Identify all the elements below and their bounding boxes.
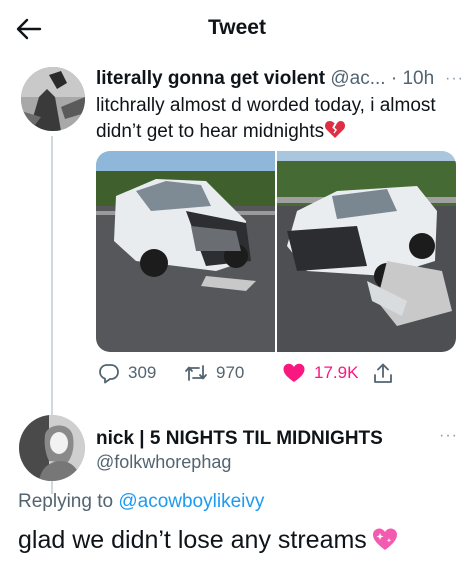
reply-body: glad we didn’t lose any streams <box>18 526 367 554</box>
car-crash-photo <box>96 151 275 352</box>
reply-button[interactable]: 309 <box>98 362 156 384</box>
sparkling-heart-icon <box>371 526 399 559</box>
more-options-icon[interactable]: ··· <box>445 70 464 88</box>
tweet-actions: 309 970 17.9K <box>96 360 468 392</box>
replying-prefix: Replying to <box>18 491 119 512</box>
display-name[interactable]: nick | 5 NIGHTS TIL MIDNIGHTS <box>96 428 383 450</box>
page-title: Tweet <box>208 16 266 39</box>
handle[interactable]: @folkwhorephag <box>96 452 231 473</box>
tweet-photo-1[interactable] <box>96 151 275 352</box>
reply-count: 309 <box>128 363 157 382</box>
reply-icon <box>99 364 119 384</box>
more-options-icon[interactable]: ··· <box>439 427 458 445</box>
broken-heart-icon <box>324 118 346 147</box>
like-count: 17.9K <box>314 363 359 382</box>
heart-filled-icon <box>283 363 305 382</box>
mention-link[interactable]: @acowboylikeivy <box>118 491 264 512</box>
tweet-text: litchrally almost d worded today, i almo… <box>96 94 456 147</box>
reply-text: glad we didn’t lose any streams <box>18 526 399 559</box>
tweet-photo-2[interactable] <box>277 151 456 352</box>
retweet-button[interactable]: 970 <box>184 362 244 384</box>
share-icon <box>374 363 392 383</box>
avatar-photo <box>21 67 85 131</box>
retweet-icon <box>185 365 207 381</box>
tweet-header: literally gonna get violent @ac... · 10h <box>96 68 468 90</box>
retweet-count: 970 <box>216 363 245 382</box>
avatar[interactable] <box>19 415 85 481</box>
handle-and-time[interactable]: @ac... · 10h <box>330 68 434 89</box>
avatar[interactable] <box>21 67 85 131</box>
replying-to: Replying to @acowboylikeivy <box>18 491 264 513</box>
avatar-photo <box>19 415 85 481</box>
tweet-body: litchrally almost d worded today, i almo… <box>96 95 436 142</box>
share-button[interactable] <box>372 362 394 386</box>
top-bar: Tweet <box>0 0 474 58</box>
car-crash-photo <box>277 151 456 352</box>
like-button[interactable]: 17.9K <box>282 362 358 384</box>
display-name[interactable]: literally gonna get violent <box>96 68 325 89</box>
